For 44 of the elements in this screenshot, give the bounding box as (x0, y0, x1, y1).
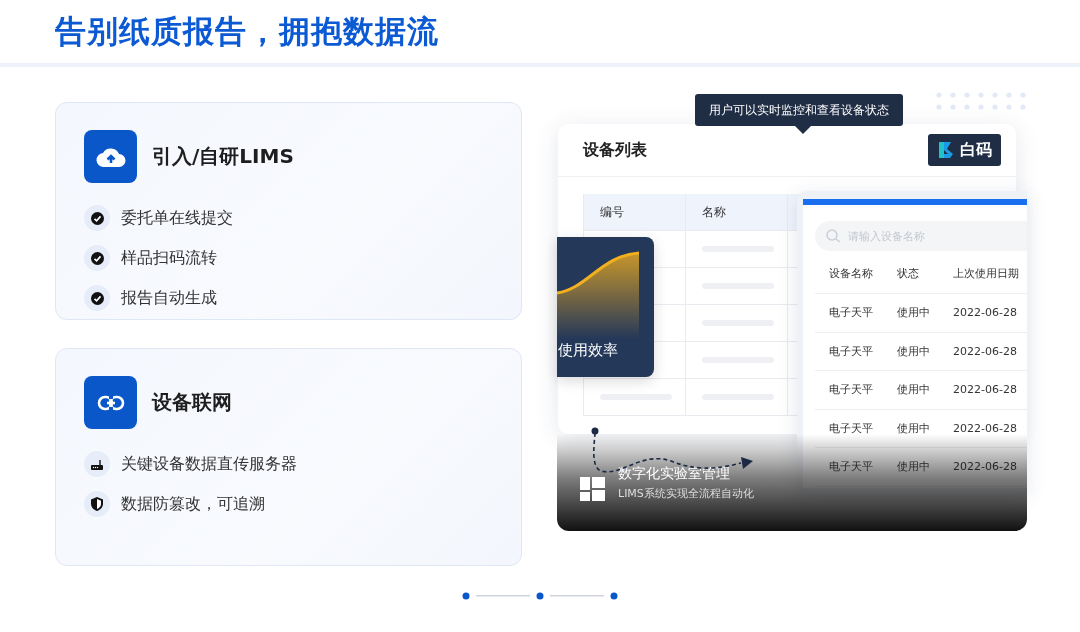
cloud-upload-icon (84, 130, 137, 183)
router-icon (84, 451, 110, 477)
logo-icon (937, 141, 955, 159)
column-header: 名称 (686, 194, 788, 230)
column-header: 状态 (897, 265, 920, 281)
link-icon (84, 376, 137, 429)
table-cell-text: 使用中 (897, 420, 931, 436)
feature-item: 委托单在线提交 (121, 207, 233, 229)
page-title: 告别纸质报告，拥抱数据流 (55, 11, 439, 51)
feature-title: 设备联网 (152, 389, 232, 416)
table-cell-text: 使用中 (897, 382, 931, 398)
panel-title: 设备列表 (583, 139, 647, 161)
caption-subtitle: LIMS系统实现全流程自动化 (618, 486, 754, 501)
table-cell: 2022-06-28 (953, 421, 1017, 435)
feature-item: 数据防篡改，可追溯 (121, 493, 265, 515)
table-cell-text: 电子天平 (829, 343, 874, 359)
table-cell-text: 使用中 (897, 343, 931, 359)
tooltip-pointer (795, 126, 811, 134)
table-cell-text: 电子天平 (829, 305, 874, 321)
feature-title: 引入/自研LIMS (152, 143, 294, 170)
table-cell: 2022-06-28 (953, 460, 1017, 474)
check-icon (84, 285, 110, 311)
table-cell-text: 电子天平 (829, 459, 874, 475)
table-cell-text: 电子天平 (829, 420, 874, 436)
logo-text: 白码 (960, 139, 992, 161)
feature-item: 报告自动生成 (121, 287, 217, 309)
table-cell-text: 使用中 (897, 459, 931, 475)
table-cell: 2022-06-28 (953, 344, 1017, 358)
table-cell: 2022-06-28 (953, 306, 1017, 320)
table-cell-text: 使用中 (897, 305, 931, 321)
feature-item: 样品扫码流转 (121, 247, 217, 269)
column-header: 上次使用日期 (953, 265, 1019, 281)
caption-title: 数字化实验室管理 (618, 465, 731, 483)
search-icon (826, 229, 842, 243)
column-header: 设备名称 (829, 265, 874, 281)
shield-icon (84, 491, 110, 517)
grid-icon (580, 477, 605, 501)
feature-item: 关键设备数据直传服务器 (121, 453, 297, 475)
table-cell-text: 电子天平 (829, 382, 874, 398)
table-cell: 2022-06-28 (953, 383, 1017, 397)
check-icon (84, 205, 110, 231)
check-icon (84, 245, 110, 271)
chart-label: 使用效率 (558, 341, 618, 360)
column-header: 编号 (584, 194, 686, 230)
